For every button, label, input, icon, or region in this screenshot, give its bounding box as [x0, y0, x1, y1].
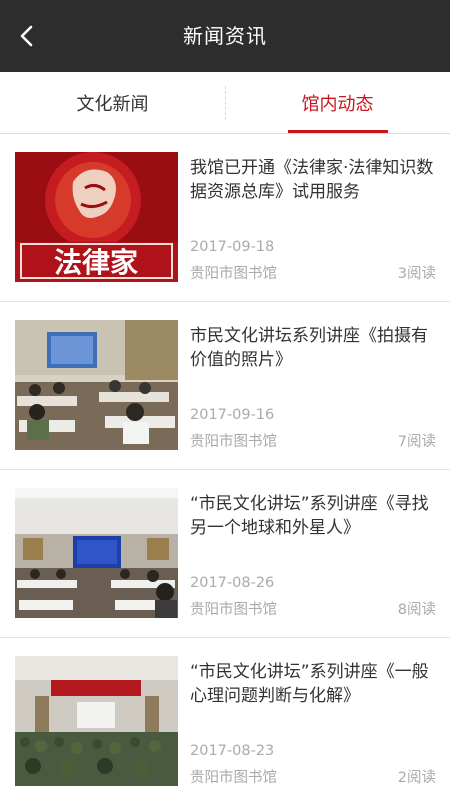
- news-item[interactable]: “市民文化讲坛”系列讲座《寻找另一个地球和外星人》 2017-08-26 贵阳市…: [0, 470, 450, 638]
- active-tab-indicator: [288, 130, 388, 133]
- news-title: 市民文化讲坛系列讲座《拍摄有价值的照片》: [190, 326, 428, 370]
- tab-bar: 文化新闻 馆内动态: [0, 72, 450, 134]
- law-logo-text: 法律家: [54, 246, 138, 279]
- news-date: 2017-09-16: [190, 407, 275, 423]
- law-logo-image: 法律家: [15, 152, 178, 282]
- news-source: 贵阳市图书馆: [190, 266, 277, 282]
- news-thumbnail: 法律家: [15, 152, 178, 282]
- news-item[interactable]: 市民文化讲坛系列讲座《拍摄有价值的照片》 2017-09-16 贵阳市图书馆 7…: [0, 302, 450, 470]
- news-list: 法律家 我馆已开通《法律家·法律知识数据资源总库》试用服务 2017-09-18…: [0, 134, 450, 800]
- news-title: “市民文化讲坛”系列讲座《一般心理问题判断与化解》: [190, 662, 429, 706]
- news-title: “市民文化讲坛”系列讲座《寻找另一个地球和外星人》: [190, 494, 429, 538]
- top-bar: 新闻资讯: [0, 0, 450, 72]
- lecture-photo-image: [15, 488, 178, 618]
- news-source: 贵阳市图书馆: [190, 602, 277, 618]
- news-thumbnail: [15, 656, 178, 786]
- news-title: 我馆已开通《法律家·法律知识数据资源总库》试用服务: [190, 158, 434, 202]
- tab-culture-news[interactable]: 文化新闻: [0, 72, 225, 134]
- news-item[interactable]: “市民文化讲坛”系列讲座《一般心理问题判断与化解》 2017-08-23 贵阳市…: [0, 638, 450, 800]
- tab-library-news[interactable]: 馆内动态: [225, 72, 450, 134]
- news-thumbnail: [15, 488, 178, 618]
- news-source: 贵阳市图书馆: [190, 770, 277, 786]
- news-date: 2017-09-18: [190, 239, 275, 255]
- news-date: 2017-08-26: [190, 575, 275, 591]
- news-read-count: 8阅读: [397, 602, 436, 618]
- news-read-count: 3阅读: [397, 266, 436, 282]
- news-date: 2017-08-23: [190, 743, 275, 759]
- page-title: 新闻资讯: [183, 24, 267, 48]
- news-read-count: 7阅读: [397, 434, 436, 450]
- news-read-count: 2阅读: [397, 770, 436, 786]
- lecture-photo-image: [15, 320, 178, 450]
- news-thumbnail: [15, 320, 178, 450]
- news-source: 贵阳市图书馆: [190, 434, 277, 450]
- news-item[interactable]: 法律家 我馆已开通《法律家·法律知识数据资源总库》试用服务 2017-09-18…: [0, 134, 450, 302]
- lecture-photo-image: [15, 656, 178, 786]
